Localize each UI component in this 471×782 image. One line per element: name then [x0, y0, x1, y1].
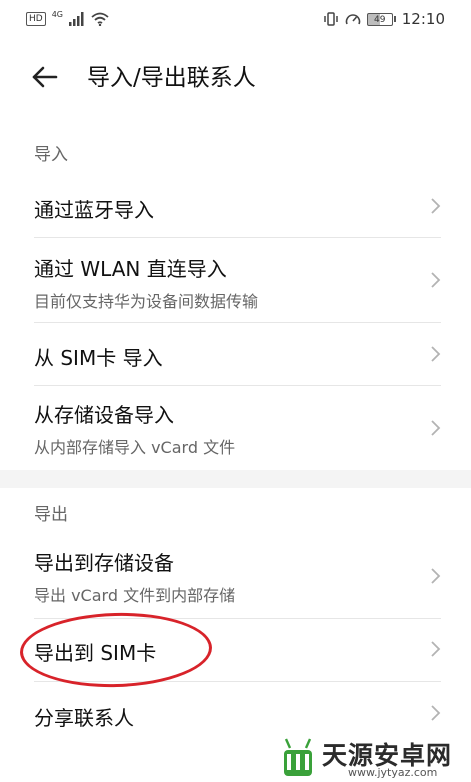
chevron-right-icon: [431, 272, 441, 288]
android-logo-icon: [284, 738, 312, 776]
section-label-export: 导出: [34, 505, 68, 525]
watermark: 天源安卓网 www.jytyaz.com: [278, 736, 468, 779]
battery-level: 49: [366, 12, 393, 26]
item-title: 通过 WLAN 直连导入: [34, 257, 227, 281]
section-gap: [0, 470, 471, 488]
list-item-import-storage[interactable]: 从存储设备导入 从内部存储导入 vCard 文件: [0, 386, 471, 470]
status-bar: HD 4G 49 12:10: [0, 0, 471, 38]
list-item-import-bluetooth[interactable]: 通过蓝牙导入: [0, 176, 471, 236]
chevron-right-icon: [431, 705, 441, 721]
list-item-export-sim[interactable]: 导出到 SIM卡: [0, 619, 471, 681]
item-subtitle: 导出 vCard 文件到内部存储: [34, 586, 236, 605]
speedometer-icon: [345, 14, 361, 25]
network-type: 4G: [51, 9, 63, 19]
vibrate-icon: [324, 12, 338, 26]
item-title: 从 SIM卡 导入: [34, 346, 163, 370]
item-title: 导出到 SIM卡: [34, 641, 157, 665]
chevron-right-icon: [431, 420, 441, 436]
page-title: 导入/导出联系人: [87, 65, 256, 91]
battery-icon: 49: [366, 12, 396, 26]
wifi-icon: [91, 12, 109, 26]
section-label-import: 导入: [34, 145, 68, 165]
item-title: 从存储设备导入: [34, 403, 174, 427]
item-subtitle: 目前仅支持华为设备间数据传输: [34, 292, 259, 311]
list-item-import-wlan-direct[interactable]: 通过 WLAN 直连导入 目前仅支持华为设备间数据传输: [0, 238, 471, 322]
list-item-import-sim[interactable]: 从 SIM卡 导入: [0, 323, 471, 385]
app-header: 导入/导出联系人: [0, 44, 471, 108]
back-arrow-icon[interactable]: [30, 62, 60, 92]
chevron-right-icon: [431, 641, 441, 657]
list-item-share-contacts[interactable]: 分享联系人: [0, 682, 471, 744]
item-title: 分享联系人: [34, 706, 134, 730]
screen: HD 4G 49 12:10 导入/导出联系人 导入 通过蓝牙导入 通过 WLA…: [0, 0, 471, 782]
list-item-export-storage[interactable]: 导出到存储设备 导出 vCard 文件到内部存储: [0, 534, 471, 618]
chevron-right-icon: [431, 198, 441, 214]
item-subtitle: 从内部存储导入 vCard 文件: [34, 438, 236, 457]
chevron-right-icon: [431, 346, 441, 362]
item-title: 通过蓝牙导入: [34, 198, 154, 222]
watermark-url: www.jytyaz.com: [348, 766, 438, 779]
hd-badge: HD: [26, 12, 46, 26]
item-title: 导出到存储设备: [34, 551, 174, 575]
signal-icon: [69, 12, 84, 26]
status-time: 12:10: [401, 10, 445, 28]
chevron-right-icon: [431, 568, 441, 584]
